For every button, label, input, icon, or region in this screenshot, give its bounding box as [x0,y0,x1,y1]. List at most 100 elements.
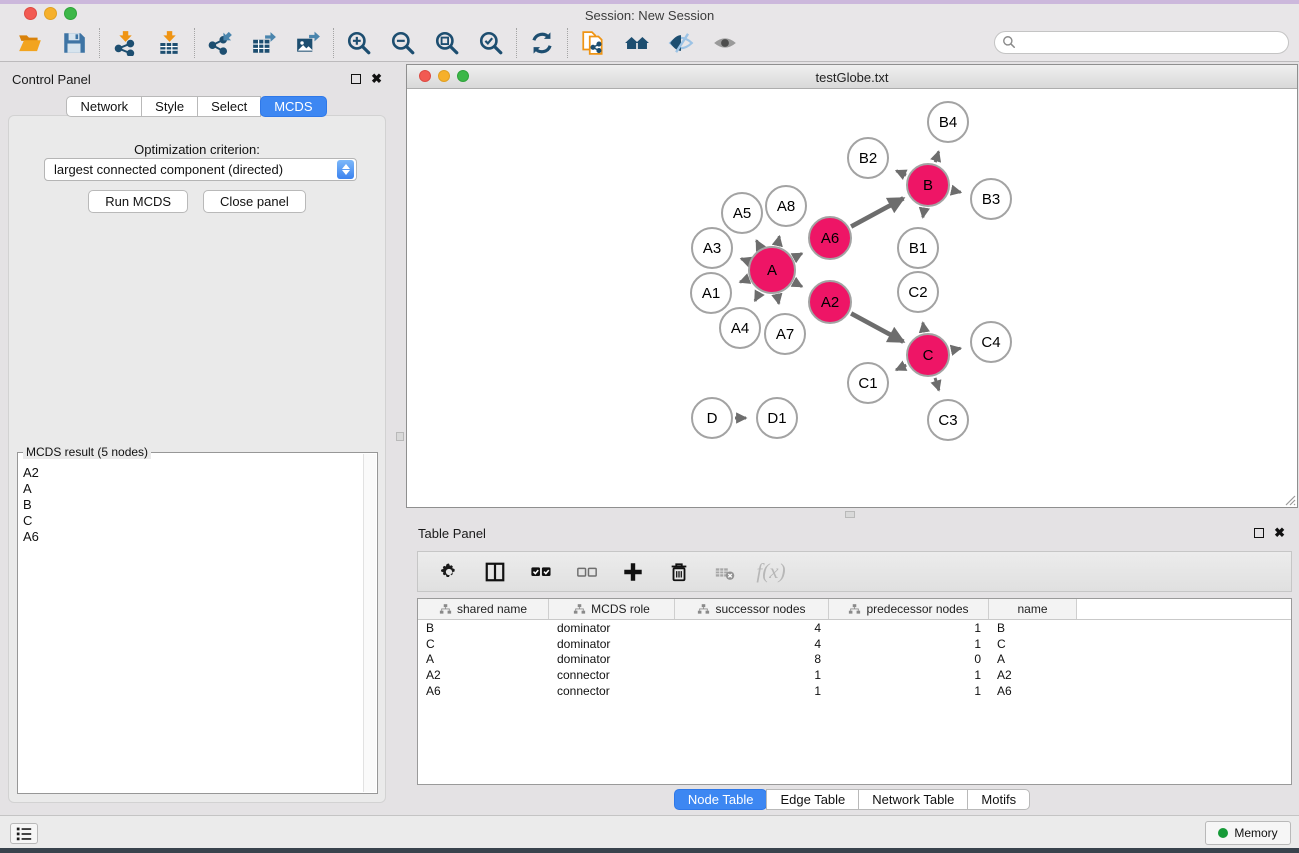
tab-edge-table[interactable]: Edge Table [766,789,859,810]
toolbar-group [111,29,183,57]
add-button[interactable] [620,559,646,585]
export-network-button[interactable] [206,29,234,57]
control-panel-header: Control Panel ✖ [4,66,390,92]
optimization-criterion-dropdown[interactable]: largest connected component (directed) [44,158,357,181]
tab-network-table[interactable]: Network Table [858,789,968,810]
save-session-button[interactable] [60,29,88,57]
edge-A-A6[interactable] [795,253,802,257]
mcds-result-item[interactable]: A [23,481,377,497]
cell-name: C [989,637,1077,651]
mcds-result-item[interactable]: C [23,513,377,529]
cell-MCDS-role: connector [549,668,675,682]
edge-B-B2[interactable] [896,171,906,175]
edge-A-A4[interactable] [755,293,759,301]
cell-MCDS-role: dominator [549,637,675,651]
split-divider-grip[interactable] [845,511,855,518]
close-panel-icon[interactable]: ✖ [371,74,382,84]
table-row[interactable]: Cdominator41C [418,636,1291,652]
edge-A2-C[interactable] [851,313,903,341]
export-table-icon [251,30,277,56]
deselect-all-button[interactable] [574,559,600,585]
show-all-button[interactable] [711,29,739,57]
network-canvas[interactable]: AA1A2A3A4A5A6A7A8BB1B2B3B4CC1C2C3C4DD1 [407,89,1297,507]
edge-C-C3[interactable] [935,378,939,390]
cell-predecessor-nodes: 1 [829,668,989,682]
table-toolbar: f(x) [417,551,1292,592]
node-label-C2: C2 [908,284,927,301]
import-table-button[interactable] [155,29,183,57]
column-header-name[interactable]: name [989,599,1077,619]
tab-style[interactable]: Style [141,96,198,117]
column-header-successor-nodes[interactable]: successor nodes [675,599,829,619]
table-panel-title: Table Panel [418,526,486,541]
select-all-button[interactable] [528,559,554,585]
tab-motifs[interactable]: Motifs [967,789,1030,810]
open-file-button[interactable] [16,29,44,57]
columns-button[interactable] [482,559,508,585]
export-image-button[interactable] [294,29,322,57]
resize-grip-icon[interactable] [1284,494,1296,506]
home-view-button[interactable] [623,29,651,57]
memory-button[interactable]: Memory [1205,821,1291,845]
gear-button[interactable] [436,559,462,585]
edge-C-C2[interactable] [923,323,924,332]
edge-A-A2[interactable] [795,283,802,287]
edge-A6-B[interactable] [851,198,903,226]
close-panel-icon[interactable]: ✖ [1274,528,1285,538]
node-label-D: D [707,410,718,427]
mcds-result-item[interactable]: A6 [23,529,377,545]
network-window-titlebar[interactable]: testGlobe.txt [407,65,1297,89]
delete-button[interactable] [666,559,692,585]
edge-B-B4[interactable] [935,152,938,163]
search-input[interactable] [994,31,1289,54]
cell-name: A [989,652,1077,666]
control-panel-title: Control Panel [12,72,91,87]
tab-mcds[interactable]: MCDS [260,96,326,117]
column-header-MCDS-role[interactable]: MCDS role [549,599,675,619]
column-header-shared-name[interactable]: shared name [418,599,549,619]
float-panel-icon[interactable] [351,74,361,84]
refresh-button[interactable] [528,29,556,57]
task-history-button[interactable] [10,823,38,844]
edge-A-A1[interactable] [740,279,748,282]
table-row[interactable]: A6connector11A6 [418,683,1291,699]
close-panel-button[interactable]: Close panel [203,190,306,213]
edge-B-B3[interactable] [951,190,960,192]
edge-B-B1[interactable] [923,209,924,218]
tab-network[interactable]: Network [66,96,142,117]
open-file-icon [17,30,43,56]
edge-A-A7[interactable] [777,295,779,303]
export-table-button[interactable] [250,29,278,57]
scrollbar-track[interactable] [363,454,376,792]
column-label: MCDS role [591,602,650,616]
duplicate-network-button[interactable] [579,29,607,57]
toolbar-group [16,29,88,57]
tab-node-table[interactable]: Node Table [674,789,768,810]
edge-C-C1[interactable] [896,365,906,370]
zoom-fit-button[interactable] [433,29,461,57]
table-row[interactable]: A2connector11A2 [418,667,1291,683]
edge-A-A8[interactable] [778,236,780,244]
split-divider-grip[interactable] [396,432,404,441]
zoom-in-button[interactable] [345,29,373,57]
import-network-button[interactable] [111,29,139,57]
import-network-icon [112,30,138,56]
tab-select[interactable]: Select [197,96,261,117]
run-mcds-button[interactable]: Run MCDS [88,190,188,213]
table-row[interactable]: Adominator80A [418,652,1291,668]
mcds-result-item[interactable]: B [23,497,377,513]
mcds-result-item[interactable]: A2 [23,465,377,481]
add-icon [622,561,644,583]
network-window-title: testGlobe.txt [407,70,1297,85]
hide-selected-button[interactable] [667,29,695,57]
edge-A-A5[interactable] [756,240,759,247]
edge-A-A3[interactable] [741,259,747,261]
cell-predecessor-nodes: 0 [829,652,989,666]
table-row[interactable]: Bdominator41B [418,620,1291,636]
zoom-out-button[interactable] [389,29,417,57]
table-panel: Table Panel ✖ f(x) shared name MCDS role s… [406,520,1299,815]
column-header-predecessor-nodes[interactable]: predecessor nodes [829,599,989,619]
float-panel-icon[interactable] [1254,528,1264,538]
zoom-selected-button[interactable] [477,29,505,57]
edge-C-C4[interactable] [952,348,961,350]
